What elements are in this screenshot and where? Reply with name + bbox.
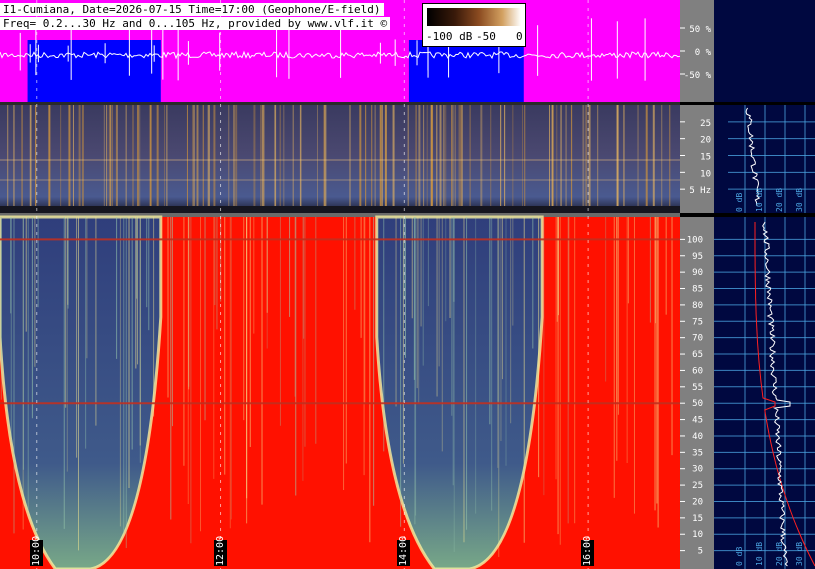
time-label: 12:00 — [213, 535, 227, 566]
frequency-tick-label: 15 — [692, 514, 703, 524]
frequency-tick-label: 20 — [692, 497, 703, 507]
profile-lower-db-label: 20 dB — [775, 542, 784, 566]
frequency-tick-label: 50 — [692, 399, 703, 409]
lowfreq-spectrogram — [0, 105, 680, 213]
colorbar-label-min: -100 dB — [426, 30, 473, 43]
frequency-tick-label: 30 — [692, 465, 703, 475]
frequency-tick-label: 85 — [692, 285, 703, 295]
spectrogram-figure: 50 %0 %-50 % 252015105 Hz 10095908580757… — [0, 0, 815, 569]
header-subtitle: Freq= 0.2...30 Hz and 0...105 Hz, provid… — [0, 17, 391, 30]
lowfreq-tick-label: 5 Hz — [689, 186, 711, 196]
frequency-tick-label: 55 — [692, 383, 703, 393]
amplitude-tick-label: -50 % — [684, 71, 712, 81]
frequency-tick-label: 75 — [692, 317, 703, 327]
frequency-tick-label: 25 — [692, 481, 703, 491]
frequency-tick-label: 5 — [698, 547, 703, 557]
colorbar: -100 dB -50 0 — [422, 3, 526, 47]
lowfreq-tick-label: 25 — [700, 119, 711, 129]
profile-lower-db-label: 30 dB — [795, 542, 804, 566]
profile-upper-db-label: 30 dB — [795, 188, 804, 212]
frequency-tick-label: 70 — [692, 334, 703, 344]
frequency-tick-label: 90 — [692, 268, 703, 278]
profile-left-upper — [714, 105, 728, 213]
frequency-tick-label: 35 — [692, 448, 703, 458]
lowfreq-tick-label: 10 — [700, 169, 711, 179]
frequency-tick-label: 80 — [692, 301, 703, 311]
frequency-tick-label: 10 — [692, 530, 703, 540]
time-label: 10:00 — [29, 535, 43, 566]
frequency-tick-label: 45 — [692, 416, 703, 426]
header-title: I1-Cumiana, Date=2026-07-15 Time=17:00 (… — [0, 3, 384, 16]
waveform-active-block-1 — [408, 40, 524, 102]
amplitude-tick-label: 0 % — [695, 48, 712, 58]
profile-blank-top — [714, 0, 815, 102]
lowfreq-tick-label: 15 — [700, 153, 711, 163]
frequency-tick-label: 60 — [692, 366, 703, 376]
frequency-tick-label: 40 — [692, 432, 703, 442]
profile-lower-db-label: 10 dB — [755, 542, 764, 566]
profile-lower-db-label: 0 dB — [735, 547, 744, 566]
colorbar-label-max: 0 — [516, 30, 523, 43]
lowfreq-floor — [0, 206, 680, 213]
waveform-active-block-0 — [27, 40, 161, 102]
profile-upper-db-label: 10 dB — [755, 188, 764, 212]
spectrogram-viewer: 50 % 0 % -50 % 25 20 15 10 5 Hz 100 95 90 85 80 75 7… — [0, 0, 815, 569]
colorbar-label-mid: -50 — [476, 30, 496, 43]
amplitude-tick-label: 50 % — [689, 25, 711, 35]
time-label: 16:00 — [581, 535, 595, 566]
time-label: 14:00 — [397, 535, 411, 566]
profile-upper-db-label: 20 dB — [775, 188, 784, 212]
profile-upper-db-label: 0 dB — [735, 193, 744, 212]
frequency-tick-label: 100 — [687, 235, 703, 245]
separator — [0, 102, 680, 105]
lowfreq-tick-label: 20 — [700, 136, 711, 146]
frequency-tick-label: 95 — [692, 252, 703, 262]
colorbar-gradient — [427, 8, 521, 26]
frequency-tick-label: 65 — [692, 350, 703, 360]
